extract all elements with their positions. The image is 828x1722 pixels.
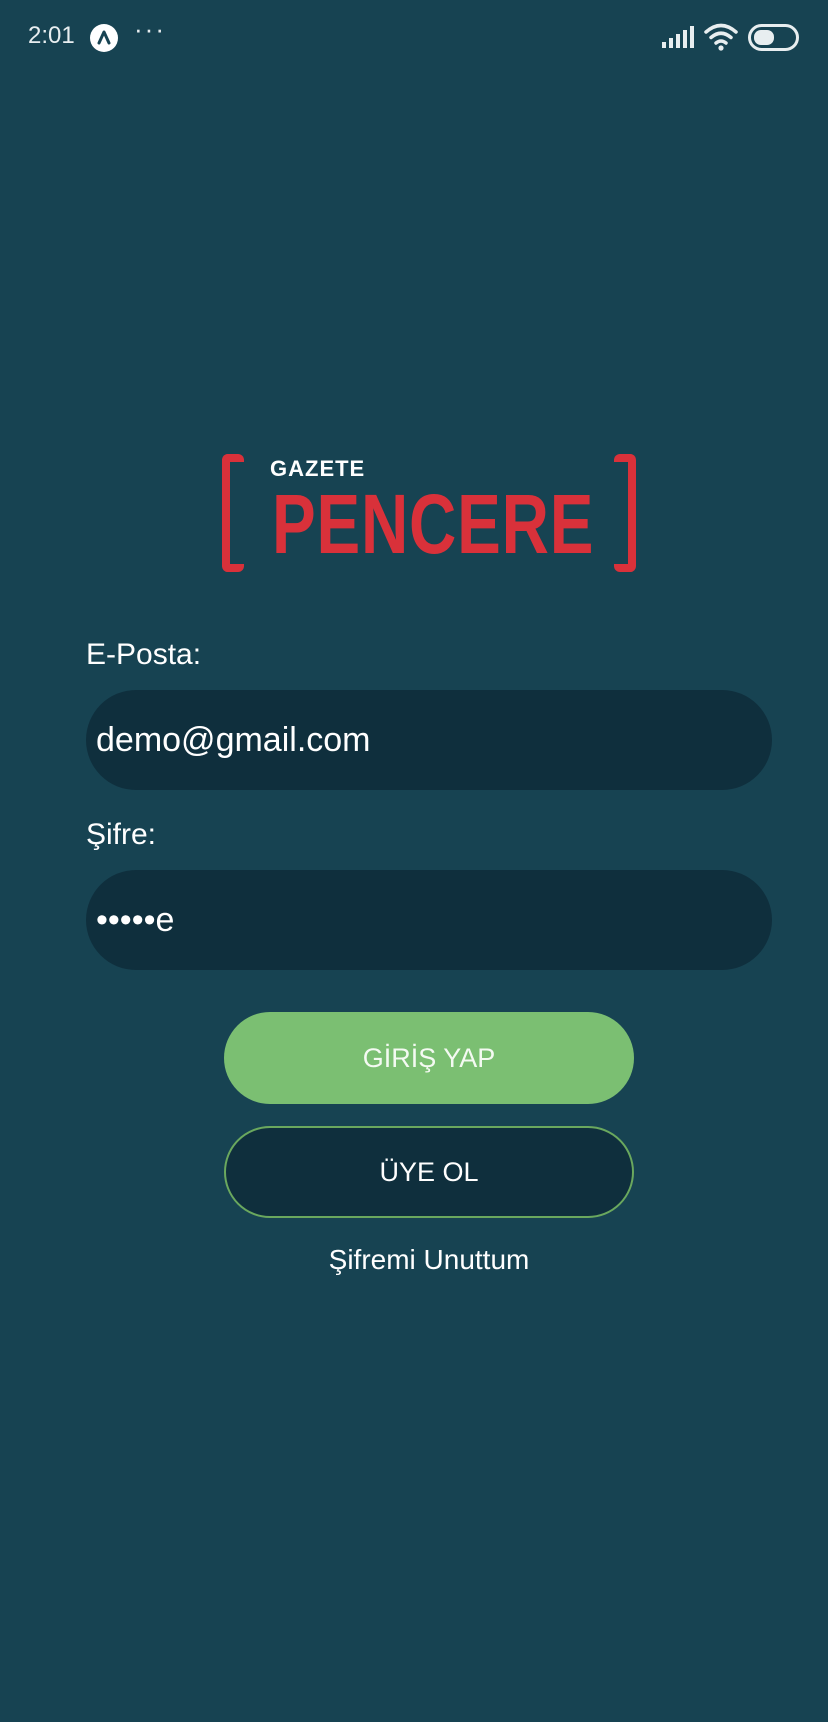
status-time: 2:01: [28, 22, 75, 49]
email-label: E-Posta:: [86, 638, 202, 671]
login-button[interactable]: GİRİŞ YAP: [224, 1012, 634, 1104]
password-field[interactable]: •••••e: [86, 870, 772, 970]
password-label: Şifre:: [86, 818, 157, 851]
battery-icon: [748, 24, 799, 51]
status-bar: 2:01 ···: [0, 0, 828, 76]
signal-icon: [662, 26, 694, 48]
logo-right-bracket: [614, 454, 636, 572]
gazete-pencere-logo: GAZETE PENCERE: [222, 454, 636, 578]
wifi-icon: [704, 23, 738, 51]
register-button[interactable]: ÜYE OL: [224, 1126, 634, 1218]
more-notifications-icon: ···: [134, 14, 166, 44]
logo-left-bracket: [222, 454, 244, 572]
email-field[interactable]: demo@gmail.com: [86, 690, 772, 790]
app-notification-icon: [90, 24, 118, 52]
logo-big-text: PENCERE: [272, 477, 595, 571]
forgot-password-link[interactable]: Şifremi Unuttum: [0, 1244, 828, 1276]
